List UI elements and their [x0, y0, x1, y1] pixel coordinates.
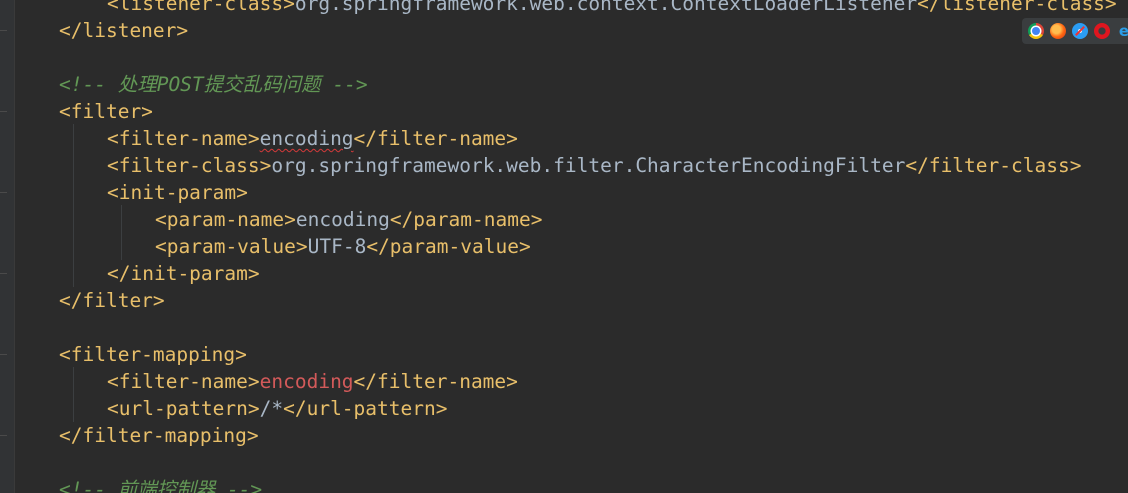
xml-tag: </listener-class> — [917, 0, 1117, 15]
xml-text: org.springframework.web.filter.Character… — [271, 154, 906, 177]
xml-comment: <!-- 前端控制器 --> — [59, 478, 263, 493]
opera-icon[interactable] — [1094, 23, 1110, 39]
fold-marker[interactable] — [0, 192, 7, 193]
code-line[interactable]: <url-pattern>/*</url-pattern> — [107, 395, 447, 422]
code-line[interactable]: </listener> — [59, 17, 188, 44]
xml-tag: </url-pattern> — [283, 397, 448, 420]
indent-guide — [73, 124, 74, 287]
xml-text: org.springframework.web.context.ContextL… — [294, 0, 918, 15]
code-line[interactable]: </filter-mapping> — [59, 422, 259, 449]
xml-tag: </listener> — [59, 19, 189, 42]
code-line[interactable]: <!-- 处理POST提交乱码问题 --> — [59, 71, 368, 98]
firefox-icon[interactable] — [1050, 23, 1066, 39]
xml-text-highlighted: encoding — [259, 370, 354, 393]
xml-tag: <url-pattern> — [107, 397, 260, 420]
code-editor[interactable]: <listener-class>org.springframework.web.… — [0, 0, 1128, 493]
xml-tag: </param-name> — [389, 208, 543, 231]
code-line[interactable]: </filter> — [59, 287, 165, 314]
safari-icon[interactable] — [1072, 23, 1088, 39]
xml-tag: </init-param> — [107, 262, 260, 285]
xml-tag: </filter-name> — [353, 127, 518, 150]
fold-marker[interactable] — [0, 273, 7, 274]
code-line[interactable]: <filter-name>encoding</filter-name> — [107, 125, 518, 152]
code-line[interactable]: <init-param> — [107, 179, 248, 206]
code-line[interactable]: <param-value>UTF-8</param-value> — [155, 233, 531, 260]
xml-text: UTF-8 — [307, 235, 367, 258]
xml-tag: </filter-class> — [905, 154, 1082, 177]
code-line[interactable]: <filter-mapping> — [59, 341, 247, 368]
xml-tag: <filter-class> — [107, 154, 272, 177]
xml-tag: <filter-name> — [107, 127, 260, 150]
xml-tag: <listener-class> — [107, 0, 295, 15]
ie-icon[interactable]: e — [1116, 23, 1128, 39]
xml-tag: <filter-mapping> — [59, 343, 247, 366]
code-line[interactable]: <param-name>encoding</param-name> — [155, 206, 542, 233]
code-line[interactable]: <listener-class>org.springframework.web.… — [107, 0, 1117, 17]
xml-tag: </filter-mapping> — [59, 424, 259, 447]
xml-comment: <!-- 处理POST提交乱码问题 --> — [59, 73, 368, 96]
fold-marker[interactable] — [0, 354, 7, 355]
xml-text: encoding — [295, 208, 390, 231]
indent-guide — [121, 205, 122, 260]
xml-text: /* — [259, 397, 284, 420]
code-line[interactable]: <filter-name>encoding</filter-name> — [107, 368, 518, 395]
editor-gutter[interactable] — [0, 0, 15, 493]
fold-marker[interactable] — [0, 435, 7, 436]
xml-tag: <init-param> — [107, 181, 248, 204]
xml-text-spellcheck: encoding — [259, 127, 354, 150]
code-line[interactable]: </init-param> — [107, 260, 260, 287]
chrome-icon[interactable] — [1028, 23, 1044, 39]
xml-tag: </filter-name> — [353, 370, 518, 393]
xml-tag: <param-name> — [155, 208, 296, 231]
code-line[interactable]: <!-- 前端控制器 --> — [59, 476, 262, 493]
code-line[interactable]: <filter> — [59, 98, 153, 125]
xml-tag: </param-value> — [366, 235, 531, 258]
code-line[interactable]: <filter-class>org.springframework.web.fi… — [107, 152, 1081, 179]
browser-preview-bar: e — [1022, 18, 1128, 44]
fold-marker[interactable] — [0, 111, 7, 112]
xml-tag: <param-value> — [155, 235, 308, 258]
indent-guide — [73, 367, 74, 422]
xml-tag: </filter> — [59, 289, 165, 312]
xml-tag: <filter> — [59, 100, 153, 123]
fold-marker[interactable] — [0, 30, 7, 31]
xml-tag: <filter-name> — [107, 370, 260, 393]
